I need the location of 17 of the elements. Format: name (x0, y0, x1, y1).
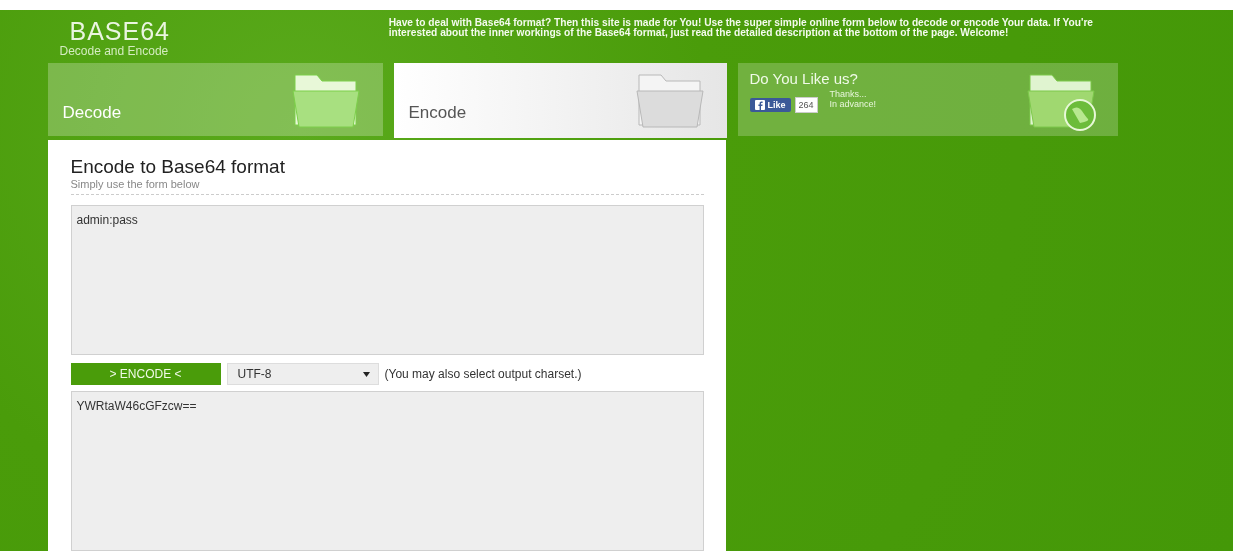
charset-dropdown[interactable]: UTF-8 (226, 363, 379, 385)
tab[interactable]: Encode (393, 63, 727, 138)
facebook-icon (754, 100, 765, 110)
intro-text: Have to deal with Base64 format? Then this site is made for You! Use the super simple online form below to decode or encode Your data. If You're interested about the inner workings of the Base64 format, just read the detailed description at the bottom of the page. Welcome! (388, 18, 1094, 40)
output-field[interactable]: YWRtaW46cGFzcw== (70, 391, 704, 551)
thanks-text: Thanks... (829, 89, 868, 99)
logo-title: BASE64 (69, 18, 170, 44)
like-button[interactable]: Like (749, 98, 791, 112)
form-title: Encode to Base64 format (70, 156, 286, 178)
form-subtitle: Simply use the form below (70, 178, 704, 195)
like-count: 264 (794, 97, 818, 113)
caret-icon (362, 371, 370, 377)
input-field[interactable]: admin:pass (70, 205, 704, 355)
logo-subtitle: Decode and Encode (59, 44, 169, 58)
thanks-text: In advance! (829, 99, 877, 109)
charset-note: (You may also select output charset.) (384, 367, 582, 381)
like-title: Do You Like us? (749, 70, 859, 87)
